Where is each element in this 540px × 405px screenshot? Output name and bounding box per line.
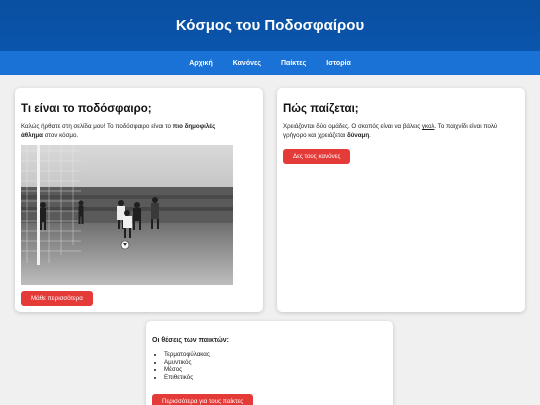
nav-rules[interactable]: Κανόνες [233, 60, 261, 67]
football-match-illustration [21, 145, 233, 285]
what-text: Καλώς ήρθατε στη σελίδα μου! Το ποδόσφαι… [21, 123, 251, 140]
football-match-photo [21, 145, 233, 285]
player-positions-card: Οι θέσεις των παικτών: Τερματοφύλακας Αμ… [146, 321, 393, 405]
what-heading: Τι είναι το ποδόσφαιρο; [21, 103, 152, 115]
how-text-bold: δύναμη [346, 131, 370, 139]
main-nav: Αρχική Κανόνες Παίκτες Ιστορία [0, 51, 540, 75]
nav-history[interactable]: Ιστορία [326, 60, 351, 67]
positions-list: Τερματοφύλακας Αμυντικός Μέσος Επιθετικό… [152, 351, 210, 381]
goal-link[interactable]: γκολ [422, 123, 435, 130]
what-is-football-card: Τι είναι το ποδόσφαιρο; Καλώς ήρθατε στη… [15, 88, 263, 312]
how-heading: Πώς παίζεται; [283, 103, 359, 115]
what-text-part-2: στον κόσμο. [42, 131, 79, 139]
site-title: Κόσμος του Ποδοσφαίρου [175, 17, 365, 34]
what-text-bold-1: πιο δημοφιλές [172, 123, 216, 130]
nav-players[interactable]: Παίκτες [281, 60, 306, 67]
what-text-bold-2: άθλημα [21, 131, 43, 139]
position-item: Τερματοφύλακας [164, 351, 210, 359]
site-header: Κόσμος του Ποδοσφαίρου [0, 0, 540, 51]
how-text-part-2: . Το παιχνίδι είναι πολύ [434, 123, 498, 130]
what-text-part-1: Καλώς ήρθατε στη σελίδα μου! Το ποδόσφαι… [21, 123, 173, 130]
position-item: Μέσος [164, 366, 210, 374]
how-text-part-3: γρήγορο και χρειάζεται [283, 131, 347, 139]
how-text-part-1: Χρειάζονται δύο ομάδες. Ο σκοπός είναι ν… [283, 123, 422, 130]
positions-heading: Οι θέσεις των παικτών: [152, 337, 229, 344]
how-text: Χρειάζονται δύο ομάδες. Ο σκοπός είναι ν… [283, 123, 521, 140]
nav-home[interactable]: Αρχική [189, 60, 213, 67]
more-about-players-button[interactable]: Περισσότερα για τους παίκτες [152, 394, 254, 405]
see-rules-button[interactable]: Δες τους κανόνες [283, 149, 351, 164]
position-item: Επιθετικός [164, 374, 210, 382]
how-to-play-card: Πώς παίζεται; Χρειάζονται δύο ομάδες. Ο … [277, 88, 525, 312]
position-item: Αμυντικός [164, 359, 210, 367]
how-text-part-4: . [369, 131, 371, 139]
learn-more-button[interactable]: Μάθε περισσότερα [21, 291, 93, 306]
